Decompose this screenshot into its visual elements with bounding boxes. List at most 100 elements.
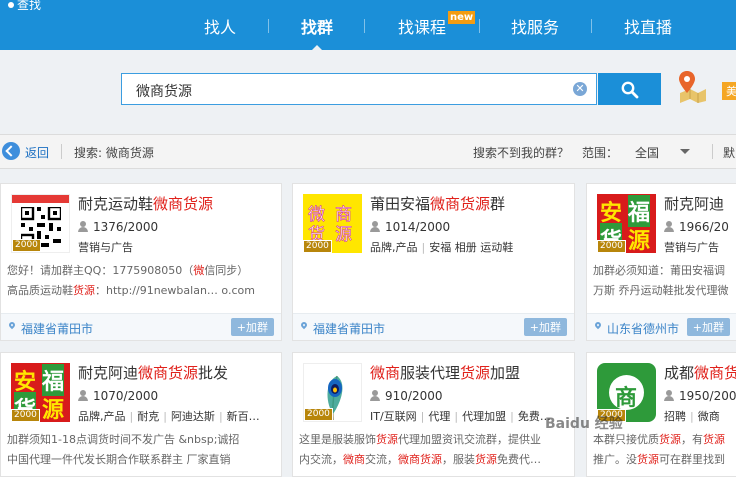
avatar-char: 商 (615, 386, 638, 411)
group-card[interactable]: 2000 微商服装代理货源加盟 910/2000 IT/互联网 | 代理 | 代理加盟 |… (292, 352, 575, 477)
search-input-value: 微商货源 (136, 84, 192, 100)
desc-highlight: 货源 (376, 433, 398, 446)
card-footer: 福建省莆田市 +加群 (293, 313, 574, 340)
title-text: 成都 (664, 364, 695, 382)
desc-text: ：http://91newbalan… o.com (95, 284, 255, 297)
location-map-icon[interactable] (676, 69, 708, 103)
new-badge: new (448, 11, 476, 24)
group-region: 山东省德州市 (607, 322, 680, 336)
group-card[interactable]: 微 商 货 源 2000 莆田安福微商货源群 1014/2000 品牌,产品 | 安… (292, 183, 575, 341)
desc-highlight: 货源 (73, 284, 95, 297)
clear-icon[interactable]: ✕ (573, 82, 587, 96)
member-count: 1376/2000 (78, 220, 158, 234)
desc-text: 您好！请加群主QQ：1775908050（ (7, 264, 194, 277)
group-tags: IT/互联网 | 代理 | 代理加盟 | 免费… (370, 410, 551, 423)
desc-text: ，服装 (442, 453, 475, 466)
capacity-badge: 2000 (597, 240, 626, 253)
brand-label: 查找 (17, 0, 42, 12)
title-highlight: 微商货源 (138, 364, 199, 382)
desc-text: 交流， (365, 453, 398, 466)
search-button[interactable] (598, 73, 661, 105)
desc-text: 高品质运动鞋 (7, 284, 73, 297)
member-count: 1070/2000 (78, 389, 158, 403)
chevron-down-icon[interactable] (680, 149, 690, 154)
title-text: 服装代理 (400, 364, 461, 382)
avatar-header (12, 195, 69, 203)
title-text: 耐克阿迪 (78, 364, 139, 382)
top-nav-bar: 查找 找人 找群 找课程new 找服务 找直播 (0, 0, 736, 51)
join-group-button[interactable]: +加群 (686, 318, 730, 336)
back-link[interactable]: 返回 (25, 144, 49, 161)
user-icon (370, 390, 380, 401)
group-title[interactable]: 耐克阿迪微商货源批发 (78, 362, 228, 383)
back-arrow-icon[interactable] (2, 142, 20, 160)
avatar-char: 源 (42, 398, 65, 422)
location-badge[interactable]: 美 (722, 82, 736, 100)
desc-highlight: 货源 (475, 453, 497, 466)
nav-divider (591, 19, 592, 33)
group-tags: 营销与广告 (78, 239, 133, 255)
group-region: 福建省莆田市 (21, 322, 94, 336)
range-label: 范围： (582, 146, 619, 160)
group-title[interactable]: 微商服装代理货源加盟 (370, 362, 520, 383)
tab-find-live[interactable]: 找直播 (624, 14, 672, 38)
tag: 代理加盟 (462, 410, 507, 423)
range-select[interactable]: 全国 (635, 144, 659, 161)
join-group-button[interactable]: +加群 (230, 318, 274, 336)
search-icon (621, 81, 639, 99)
group-title[interactable]: 耐克运动鞋微商货源 (78, 193, 213, 214)
tab-find-course[interactable]: 找课程new (398, 11, 476, 38)
tab-find-course-label: 找课程 (398, 18, 447, 37)
member-count: 910/2000 (370, 389, 443, 403)
not-found-link[interactable]: 搜索不到我的群？ (473, 144, 569, 161)
desc-text: 推广。没 (593, 453, 637, 466)
title-text: 群 (490, 195, 506, 213)
user-icon (664, 221, 674, 232)
filter-divider (61, 144, 62, 159)
tab-find-group[interactable]: 找群 (301, 14, 333, 51)
group-title[interactable]: 成都微商货 (664, 362, 736, 383)
group-description: 加群须知1-18点调货时间不发广告 &nbsp;诚招 (7, 433, 240, 446)
group-description: 内交流，微商交流，微商货源，服装货源免费代… (299, 450, 541, 470)
group-description: 本群只接优质货源，有货源 (593, 430, 725, 450)
group-description: 您好！请加群主QQ：1775908050（微信同步） (7, 261, 248, 281)
tab-find-service[interactable]: 找服务 (511, 14, 559, 38)
nav-divider (364, 19, 365, 33)
group-card[interactable]: 2000 耐克运动鞋微商货源 1376/2000 营销与广告 您好！请加群主QQ… (0, 183, 282, 341)
desc-text: 这里是服装服饰 (299, 433, 376, 446)
tag: 安福 相册 运动鞋 (429, 241, 514, 254)
join-group-button[interactable]: +加群 (523, 318, 567, 336)
user-icon (370, 221, 380, 232)
member-count-value: 1014/2000 (385, 220, 451, 234)
group-avatar: 2000 (303, 363, 362, 422)
group-description: 万斯 乔丹运动鞋批发代理微 (593, 284, 729, 297)
capacity-badge: 2000 (304, 408, 333, 421)
tag: 微商 (697, 410, 720, 423)
tag: 阿迪达斯 (170, 410, 215, 423)
desc-highlight: 微商 (343, 453, 365, 466)
title-text: 莆田安福 (370, 195, 431, 213)
group-card[interactable]: 安 福 货 源 2000 耐克阿迪 1966/20 营销与广告 加群必须知道：莆… (586, 183, 736, 341)
tab-find-people[interactable]: 找人 (204, 14, 236, 38)
group-description: 中国代理一件代发长期合作联系群主 厂家直销 (7, 453, 231, 466)
desc-text: 内交流， (299, 453, 343, 466)
title-highlight: 微商货源 (430, 195, 491, 213)
brand-dot-icon (8, 1, 14, 8)
user-icon (664, 390, 674, 401)
group-title[interactable]: 耐克阿迪 (664, 193, 724, 214)
tag: 品牌,产品 (370, 241, 418, 254)
tag: 耐克 (137, 410, 160, 423)
member-count-value: 1070/2000 (93, 389, 159, 403)
capacity-badge: 2000 (12, 239, 41, 252)
group-card[interactable]: 安 福 货 源 2000 耐克阿迪微商货源批发 1070/2000 品牌,产品|… (0, 352, 282, 477)
capacity-badge: 2000 (303, 240, 332, 253)
search-input[interactable]: 微商货源 ✕ (121, 73, 597, 105)
title-text: 加盟 (490, 364, 521, 382)
desc-highlight: 货源 (703, 433, 725, 446)
title-highlight: 货源 (460, 364, 491, 382)
member-count: 1950/200 (664, 389, 736, 403)
group-title[interactable]: 莆田安福微商货源群 (370, 193, 505, 214)
filter-divider (712, 144, 713, 159)
sort-select[interactable]: 默 (723, 144, 735, 161)
card-footer: 山东省德州市 +加群 (587, 313, 736, 340)
